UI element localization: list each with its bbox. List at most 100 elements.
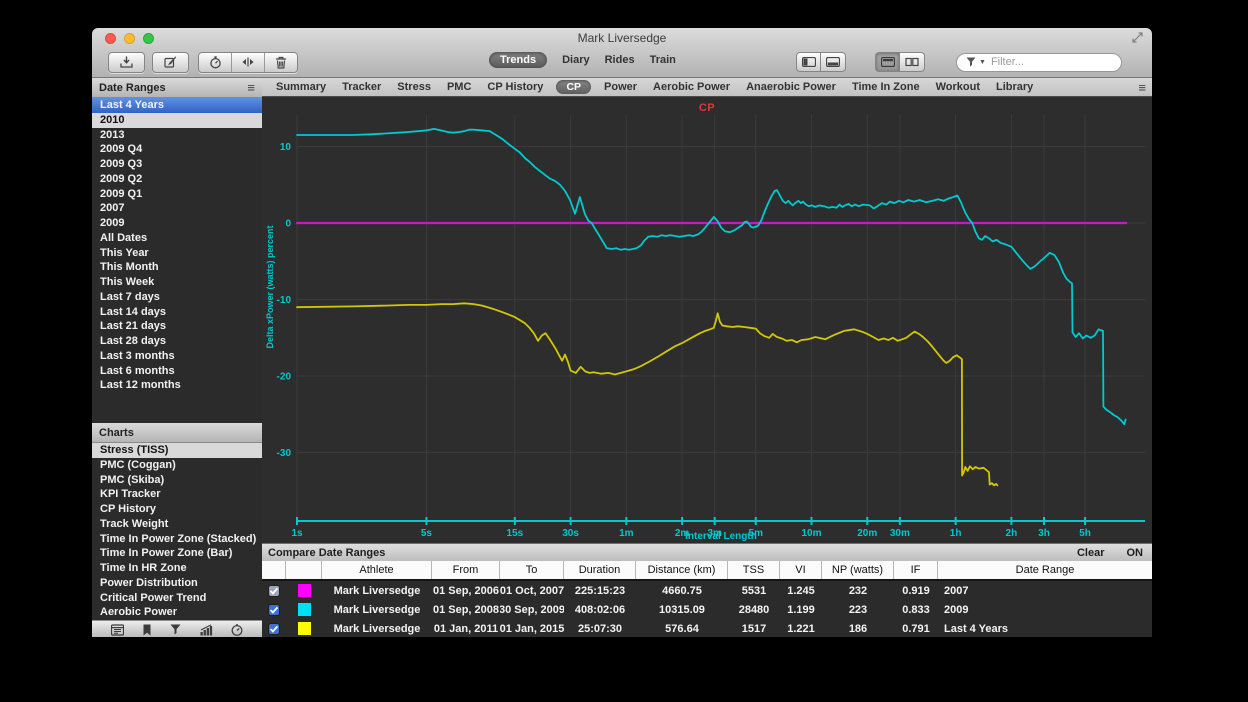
tiled-view-button[interactable] — [900, 52, 925, 72]
date-range-this-month[interactable]: This Month — [92, 260, 262, 275]
row-checkbox[interactable] — [262, 581, 286, 600]
view-train[interactable]: Train — [650, 54, 676, 66]
tab-pmc[interactable]: PMC — [439, 81, 479, 93]
date-range-last-12-months[interactable]: Last 12 months — [92, 378, 262, 393]
chart-power-distribution[interactable]: Power Distribution — [92, 576, 262, 591]
view-trends[interactable]: Trends — [489, 52, 547, 68]
col-header-distance-km[interactable]: Distance (km) — [636, 561, 728, 579]
split-button[interactable] — [231, 53, 264, 72]
split-icon — [241, 56, 255, 68]
filter-caret-icon[interactable]: ▼ — [979, 59, 986, 66]
date-range-last-28-days[interactable]: Last 28 days — [92, 334, 262, 349]
date-range-2010[interactable]: 2010 — [92, 113, 262, 128]
col-header-vi[interactable]: VI — [780, 561, 822, 579]
stopwatch-button[interactable] — [199, 53, 231, 72]
chart-cp-history[interactable]: CP History — [92, 502, 262, 517]
filter-input[interactable] — [989, 55, 1103, 69]
col-header-if[interactable]: IF — [894, 561, 938, 579]
tab-summary[interactable]: Summary — [268, 81, 334, 93]
tab-cp[interactable]: CP — [556, 80, 591, 94]
col-header-to[interactable]: To — [500, 561, 564, 579]
date-ranges-menu-icon[interactable]: ≡ — [247, 81, 255, 94]
zoom-button[interactable] — [143, 33, 154, 44]
tab-stress[interactable]: Stress — [389, 81, 439, 93]
date-range-all-dates[interactable]: All Dates — [92, 231, 262, 246]
export-button[interactable] — [108, 52, 145, 73]
tab-power[interactable]: Power — [596, 81, 645, 93]
bar-chart-icon[interactable] — [200, 624, 213, 636]
calendar-icon[interactable] — [111, 624, 124, 636]
col-header-1[interactable] — [286, 561, 322, 579]
row-checkbox[interactable] — [262, 619, 286, 637]
col-header-date-range[interactable]: Date Range — [938, 561, 1152, 579]
col-header-np-watts[interactable]: NP (watts) — [822, 561, 894, 579]
date-range-last-4-years[interactable]: Last 4 Years — [92, 98, 262, 113]
date-range-2009-q1[interactable]: 2009 Q1 — [92, 187, 262, 202]
tab-anaerobic-power[interactable]: Anaerobic Power — [738, 81, 844, 93]
tab-cp-history[interactable]: CP History — [479, 81, 551, 93]
activity-button-group — [198, 52, 298, 73]
bookmark-icon[interactable] — [142, 624, 152, 636]
tab-library[interactable]: Library — [988, 81, 1041, 93]
date-range-this-year[interactable]: This Year — [92, 246, 262, 261]
titlebar[interactable]: Mark Liversedge — [92, 28, 1152, 48]
date-range-2009-q4[interactable]: 2009 Q4 — [92, 142, 262, 157]
compare-row-last-4-years[interactable]: Mark Liversedge01 Jan, 201101 Jan, 20152… — [262, 619, 1152, 637]
chart-kpi-tracker[interactable]: KPI Tracker — [92, 487, 262, 502]
col-header-from[interactable]: From — [432, 561, 500, 579]
tab-workout[interactable]: Workout — [928, 81, 988, 93]
compare-on-toggle[interactable]: ON — [1127, 547, 1144, 559]
compare-row-2009[interactable]: Mark Liversedge01 Sep, 200830 Sep, 20094… — [262, 600, 1152, 619]
bottombar-toggle-button[interactable] — [821, 52, 846, 72]
sidebar-toolbar — [92, 620, 262, 637]
cell-date-range: 2009 — [938, 600, 1152, 619]
tab-aerobic-power[interactable]: Aerobic Power — [645, 81, 738, 93]
chart-track-weight[interactable]: Track Weight — [92, 517, 262, 532]
chart-time-in-hr-zone[interactable]: Time In HR Zone — [92, 561, 262, 576]
funnel-icon[interactable] — [170, 624, 181, 635]
date-ranges-header: Date Ranges ≡ — [92, 78, 262, 98]
cell-duration: 25:07:30 — [564, 619, 636, 637]
date-range-last-14-days[interactable]: Last 14 days — [92, 305, 262, 320]
tab-time-in-zone[interactable]: Time In Zone — [844, 81, 928, 93]
date-range-2013[interactable]: 2013 — [92, 128, 262, 143]
date-range-2007[interactable]: 2007 — [92, 201, 262, 216]
view-rides[interactable]: Rides — [605, 54, 635, 66]
col-header-0[interactable] — [262, 561, 286, 579]
tabbed-view-button[interactable] — [875, 52, 900, 72]
edit-button[interactable] — [152, 52, 189, 73]
date-range-2009[interactable]: 2009 — [92, 216, 262, 231]
chart-time-in-power-zone-bar[interactable]: Time In Power Zone (Bar) — [92, 546, 262, 561]
filter-field[interactable]: ▼ — [956, 53, 1122, 72]
view-diary[interactable]: Diary — [562, 54, 590, 66]
date-range-2009-q3[interactable]: 2009 Q3 — [92, 157, 262, 172]
col-header-athlete[interactable]: Athlete — [322, 561, 432, 579]
minimize-button[interactable] — [124, 33, 135, 44]
clear-button[interactable]: Clear — [1077, 547, 1105, 559]
chart-critical-power-trend[interactable]: Critical Power Trend — [92, 591, 262, 606]
chart-time-in-power-zone-stacked[interactable]: Time In Power Zone (Stacked) — [92, 532, 262, 547]
date-range-last-6-months[interactable]: Last 6 months — [92, 364, 262, 379]
col-header-tss[interactable]: TSS — [728, 561, 780, 579]
date-range-last-3-months[interactable]: Last 3 months — [92, 349, 262, 364]
delete-button[interactable] — [264, 53, 297, 72]
fullscreen-icon[interactable] — [1132, 32, 1143, 43]
chart-stress-tiss[interactable]: Stress (TISS) — [92, 443, 262, 458]
sidebar-toggle-button[interactable] — [796, 52, 821, 72]
col-header-duration[interactable]: Duration — [564, 561, 636, 579]
compare-row-2007[interactable]: Mark Liversedge01 Sep, 200601 Oct, 20072… — [262, 581, 1152, 600]
tab-tracker[interactable]: Tracker — [334, 81, 389, 93]
chart-pmc-skiba[interactable]: PMC (Skiba) — [92, 473, 262, 488]
cell-vi: 1.221 — [780, 619, 822, 637]
date-range-last-7-days[interactable]: Last 7 days — [92, 290, 262, 305]
cell-tss: 1517 — [728, 619, 780, 637]
gauge-icon[interactable] — [231, 624, 243, 636]
close-button[interactable] — [105, 33, 116, 44]
chart-aerobic-power[interactable]: Aerobic Power — [92, 605, 262, 620]
date-range-last-21-days[interactable]: Last 21 days — [92, 319, 262, 334]
chart-pmc-coggan[interactable]: PMC (Coggan) — [92, 458, 262, 473]
date-range-2009-q2[interactable]: 2009 Q2 — [92, 172, 262, 187]
date-range-this-week[interactable]: This Week — [92, 275, 262, 290]
row-checkbox[interactable] — [262, 600, 286, 619]
tabbar-menu-icon[interactable]: ≡ — [1138, 81, 1146, 94]
